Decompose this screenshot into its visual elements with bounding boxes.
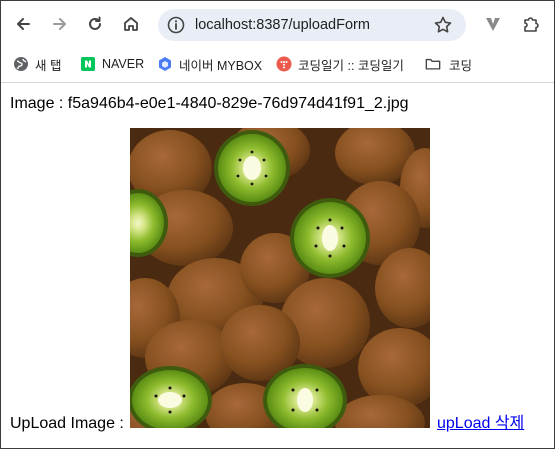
bookmark-folder-coding[interactable]: 코딩 — [425, 54, 472, 74]
home-icon — [124, 17, 138, 31]
upload-delete-link[interactable]: upLoad 삭제 — [437, 415, 524, 433]
tistory-icon — [276, 56, 292, 72]
folder-icon — [425, 56, 441, 72]
globe-icon — [13, 56, 29, 72]
bookmark-new-tab[interactable]: 새 탭 — [13, 54, 61, 74]
toolbar-divider — [1, 82, 554, 83]
address-bar[interactable]: localhost:8387/uploadForm — [158, 9, 466, 41]
bookmark-label: 코딩일기 :: 코딩일기 — [298, 58, 404, 73]
mybox-icon — [157, 56, 173, 72]
bookmark-label: NAVER — [102, 57, 145, 71]
arrow-left-icon — [17, 18, 30, 30]
naver-icon — [80, 56, 96, 72]
reload-button[interactable] — [81, 10, 109, 38]
bookmark-label: 코딩 — [449, 58, 473, 73]
bookmark-label: 네이버 MYBOX — [179, 58, 263, 73]
puzzle-icon — [524, 17, 539, 32]
home-button[interactable] — [117, 10, 145, 38]
image-name-text: Image : f5a946b4-e0e1-4840-829e-76d974d4… — [10, 95, 409, 112]
extension-button[interactable] — [479, 10, 507, 38]
forward-button[interactable] — [46, 10, 74, 38]
bookmark-naver[interactable]: NAVER — [80, 54, 144, 74]
back-button[interactable] — [9, 10, 37, 38]
url-text[interactable]: localhost:8387/uploadForm — [195, 16, 370, 34]
bookmark-tistory[interactable]: 코딩일기 :: 코딩일기 — [276, 54, 404, 74]
upload-image-label: UpLoad Image : — [10, 415, 124, 432]
bookmark-mybox[interactable]: 네이버 MYBOX — [157, 54, 262, 74]
v-extension-icon — [486, 18, 500, 31]
reload-icon — [89, 16, 101, 30]
arrow-right-icon — [53, 18, 66, 30]
bookmark-label: 새 탭 — [35, 58, 62, 73]
browser-toolbar: localhost:8387/uploadForm — [1, 1, 554, 47]
extensions-menu-button[interactable] — [517, 10, 545, 38]
star-icon[interactable] — [433, 15, 453, 35]
uploaded-image — [130, 128, 430, 428]
bookmarks-bar: 새 탭 NAVER 네이버 MYBOX 코딩일기:: 코딩일기 코딩 — [1, 47, 554, 81]
tune-icon[interactable] — [167, 16, 185, 34]
